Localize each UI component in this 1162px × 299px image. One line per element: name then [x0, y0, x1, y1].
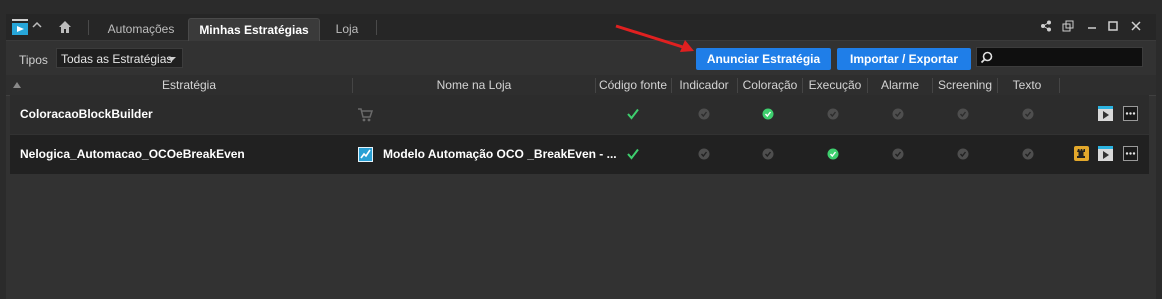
search-input[interactable] — [976, 47, 1143, 67]
col-texto[interactable]: Texto — [998, 75, 1056, 95]
share-icon[interactable] — [1040, 20, 1052, 32]
tipos-label: Tipos — [19, 53, 48, 67]
col-codigo-fonte[interactable]: Código fonte — [596, 75, 670, 95]
inactive-check-icon — [762, 148, 774, 160]
strategy-name: ColoracaoBlockBuilder — [20, 107, 153, 121]
tab-loja[interactable]: Loja — [322, 18, 372, 40]
cart-icon[interactable] — [357, 107, 373, 122]
anunciar-estrategia-button[interactable]: Anunciar Estratégia — [696, 48, 831, 70]
minimize-icon[interactable] — [1086, 20, 1098, 32]
col-nome-loja[interactable]: Nome na Loja — [353, 75, 595, 95]
tab-divider — [88, 20, 89, 35]
tipos-select-value: Todas as Estratégias — [61, 52, 173, 66]
more-dots-icon — [1125, 112, 1136, 115]
maximize-icon[interactable] — [1107, 20, 1119, 32]
sort-asc-icon[interactable] — [13, 82, 21, 88]
app-logo-icon[interactable] — [11, 18, 29, 36]
inactive-check-icon — [698, 148, 710, 160]
col-execucao[interactable]: Execução — [803, 75, 867, 95]
col-alarme[interactable]: Alarme — [868, 75, 932, 95]
table-row[interactable]: ColoracaoBlockBuilder — [10, 95, 1149, 134]
tab-minhas-estrategias[interactable]: Minhas Estratégias — [188, 18, 320, 41]
chevron-down-icon — [168, 57, 176, 61]
inactive-check-icon — [1022, 108, 1034, 120]
col-divider — [1059, 78, 1060, 93]
importar-exportar-button[interactable]: Importar / Exportar — [837, 48, 971, 70]
more-dots-icon — [1125, 152, 1136, 155]
close-icon[interactable] — [1130, 20, 1142, 32]
store-strategy-icon — [358, 147, 373, 162]
more-options-button[interactable] — [1123, 146, 1138, 161]
strategy-name: Nelogica_Automacao_OCOeBreakEven — [20, 147, 245, 161]
check-icon — [627, 108, 639, 120]
active-check-icon — [762, 108, 774, 120]
check-icon — [627, 148, 639, 160]
strategies-window: Automações Minhas Estratégias Loja Tipos… — [6, 14, 1156, 299]
store-name: Modelo Automação OCO _BreakEven - ... — [383, 147, 617, 161]
tab-divider — [376, 20, 377, 35]
tab-automacoes[interactable]: Automações — [94, 18, 188, 40]
inactive-check-icon — [957, 108, 969, 120]
inactive-check-icon — [957, 148, 969, 160]
annotation-arrow-icon — [615, 24, 694, 52]
col-indicador[interactable]: Indicador — [672, 75, 736, 95]
screen-top-margin — [0, 0, 1162, 14]
inactive-check-icon — [1022, 148, 1034, 160]
run-strategy-icon[interactable] — [1098, 146, 1113, 161]
col-screening[interactable]: Screening — [933, 75, 997, 95]
table-row[interactable]: Nelogica_Automacao_OCOeBreakEven Modelo … — [10, 135, 1149, 174]
inactive-check-icon — [892, 108, 904, 120]
rook-icon[interactable] — [1074, 146, 1089, 161]
search-icon — [980, 51, 993, 64]
active-check-icon — [827, 148, 839, 160]
run-strategy-icon[interactable] — [1098, 106, 1113, 121]
inactive-check-icon — [827, 108, 839, 120]
table-header: Estratégia Nome na Loja Código fonte Ind… — [6, 75, 1156, 96]
col-estrategia[interactable]: Estratégia — [26, 75, 352, 95]
more-options-button[interactable] — [1123, 106, 1138, 121]
chevron-up-icon[interactable] — [32, 20, 42, 30]
tab-bar: Automações Minhas Estratégias Loja — [6, 14, 1156, 41]
col-coloracao[interactable]: Coloração — [738, 75, 802, 95]
inactive-check-icon — [892, 148, 904, 160]
inactive-check-icon — [698, 108, 710, 120]
home-icon[interactable] — [58, 20, 72, 34]
popout-icon[interactable] — [1062, 20, 1074, 32]
tipos-select[interactable]: Todas as Estratégias — [56, 48, 183, 68]
